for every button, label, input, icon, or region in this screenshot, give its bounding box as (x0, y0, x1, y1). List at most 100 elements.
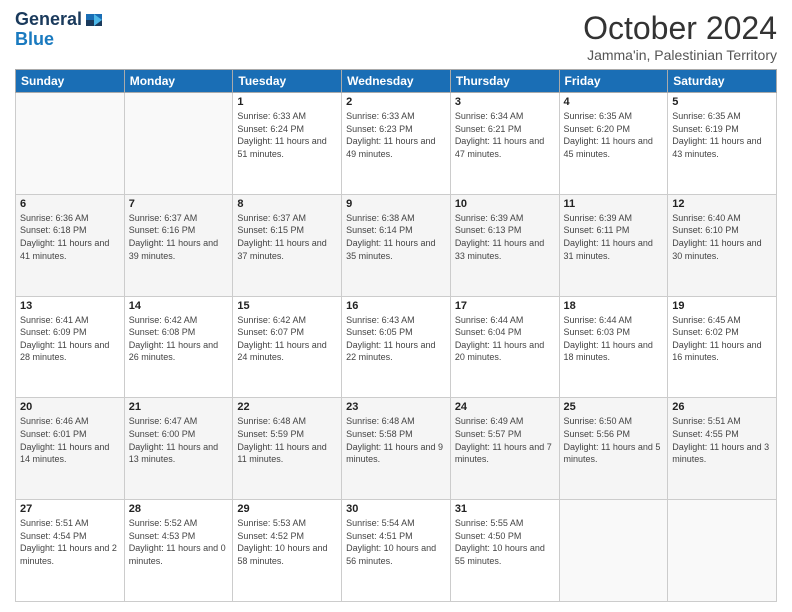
day-number: 20 (20, 401, 120, 413)
day-number: 4 (564, 96, 664, 108)
day-info: Sunrise: 6:35 AM Sunset: 6:19 PM Dayligh… (672, 110, 772, 160)
day-info: Sunrise: 6:42 AM Sunset: 6:08 PM Dayligh… (129, 314, 229, 364)
logo-blue: Blue (15, 30, 54, 50)
table-row: 20Sunrise: 6:46 AM Sunset: 6:01 PM Dayli… (16, 398, 125, 500)
day-number: 8 (237, 198, 337, 210)
table-row (559, 500, 668, 602)
col-tuesday: Tuesday (233, 70, 342, 93)
day-info: Sunrise: 6:39 AM Sunset: 6:11 PM Dayligh… (564, 212, 664, 262)
day-number: 9 (346, 198, 446, 210)
table-row: 2Sunrise: 6:33 AM Sunset: 6:23 PM Daylig… (342, 93, 451, 195)
day-info: Sunrise: 6:48 AM Sunset: 5:59 PM Dayligh… (237, 415, 337, 465)
day-info: Sunrise: 5:53 AM Sunset: 4:52 PM Dayligh… (237, 517, 337, 567)
day-number: 6 (20, 198, 120, 210)
day-info: Sunrise: 6:37 AM Sunset: 6:15 PM Dayligh… (237, 212, 337, 262)
day-info: Sunrise: 6:34 AM Sunset: 6:21 PM Dayligh… (455, 110, 555, 160)
day-info: Sunrise: 6:33 AM Sunset: 6:23 PM Dayligh… (346, 110, 446, 160)
table-row (16, 93, 125, 195)
table-row: 30 Sunrise: 5:54 AM Sunset: 4:51 PM Dayli… (342, 500, 451, 602)
day-number: 17 (455, 300, 555, 312)
day-number: 30 (346, 503, 446, 515)
table-row: 4 Sunrise: 6:35 AM Sunset: 6:20 PM Daylig… (559, 93, 668, 195)
table-row: 19 Sunrise: 6:45 AM Sunset: 6:02 PM Dayli… (668, 296, 777, 398)
table-row: 24 Sunrise: 6:49 AM Sunset: 5:57 PM Dayli… (450, 398, 559, 500)
day-number: 3 (455, 96, 555, 108)
day-number: 1 (237, 96, 337, 108)
logo-general: General (15, 10, 82, 30)
table-row: 15 Sunrise: 6:42 AM Sunset: 6:07 PM Dayli… (233, 296, 342, 398)
day-number: 5 (672, 96, 772, 108)
table-row: 5 Sunrise: 6:35 AM Sunset: 6:19 PM Daylig… (668, 93, 777, 195)
table-row: 3 Sunrise: 6:34 AM Sunset: 6:21 PM Daylig… (450, 93, 559, 195)
day-number: 11 (564, 198, 664, 210)
day-number: 7 (129, 198, 229, 210)
logo-flag-icon (84, 12, 104, 28)
day-number: 12 (672, 198, 772, 210)
table-row: 17Sunrise: 6:44 AM Sunset: 6:04 PM Dayli… (450, 296, 559, 398)
table-row: 6 Sunrise: 6:36 AM Sunset: 6:18 PM Daylig… (16, 194, 125, 296)
day-info: Sunrise: 6:33 AM Sunset: 6:24 PM Dayligh… (237, 110, 337, 160)
table-row: 26Sunrise: 5:51 AM Sunset: 4:55 PM Dayli… (668, 398, 777, 500)
day-number: 27 (20, 503, 120, 515)
calendar-week-row: 1 Sunrise: 6:33 AM Sunset: 6:24 PM Daylig… (16, 93, 777, 195)
day-number: 15 (237, 300, 337, 312)
day-info: Sunrise: 6:39 AM Sunset: 6:13 PM Dayligh… (455, 212, 555, 262)
table-row: 31 Sunrise: 5:55 AM Sunset: 4:50 PM Dayli… (450, 500, 559, 602)
day-number: 24 (455, 401, 555, 413)
col-sunday: Sunday (16, 70, 125, 93)
day-number: 26 (672, 401, 772, 413)
table-row: 14 Sunrise: 6:42 AM Sunset: 6:08 PM Dayli… (124, 296, 233, 398)
day-number: 23 (346, 401, 446, 413)
day-info: Sunrise: 5:52 AM Sunset: 4:53 PM Dayligh… (129, 517, 229, 567)
month-title: October 2024 (583, 10, 777, 47)
day-info: Sunrise: 6:50 AM Sunset: 5:56 PM Dayligh… (564, 415, 664, 465)
table-row: 28 Sunrise: 5:52 AM Sunset: 4:53 PM Dayli… (124, 500, 233, 602)
col-monday: Monday (124, 70, 233, 93)
header-right: October 2024 Jamma'in, Palestinian Terri… (583, 10, 777, 63)
table-row: 16Sunrise: 6:43 AM Sunset: 6:05 PM Dayli… (342, 296, 451, 398)
day-info: Sunrise: 6:36 AM Sunset: 6:18 PM Dayligh… (20, 212, 120, 262)
day-number: 31 (455, 503, 555, 515)
table-row: 23 Sunrise: 6:48 AM Sunset: 5:58 PM Dayli… (342, 398, 451, 500)
day-info: Sunrise: 6:41 AM Sunset: 6:09 PM Dayligh… (20, 314, 120, 364)
day-number: 14 (129, 300, 229, 312)
day-number: 18 (564, 300, 664, 312)
table-row: 10Sunrise: 6:39 AM Sunset: 6:13 PM Dayli… (450, 194, 559, 296)
day-number: 29 (237, 503, 337, 515)
table-row: 29 Sunrise: 5:53 AM Sunset: 4:52 PM Dayli… (233, 500, 342, 602)
day-info: Sunrise: 6:44 AM Sunset: 6:03 PM Dayligh… (564, 314, 664, 364)
day-info: Sunrise: 6:42 AM Sunset: 6:07 PM Dayligh… (237, 314, 337, 364)
table-row: 11 Sunrise: 6:39 AM Sunset: 6:11 PM Dayli… (559, 194, 668, 296)
table-row (668, 500, 777, 602)
calendar-week-row: 13 Sunrise: 6:41 AM Sunset: 6:09 PM Dayli… (16, 296, 777, 398)
day-info: Sunrise: 5:55 AM Sunset: 4:50 PM Dayligh… (455, 517, 555, 567)
day-number: 19 (672, 300, 772, 312)
day-number: 28 (129, 503, 229, 515)
page: General Blue October 2024 Jamma'in, Pale… (0, 0, 792, 612)
col-saturday: Saturday (668, 70, 777, 93)
day-info: Sunrise: 5:54 AM Sunset: 4:51 PM Dayligh… (346, 517, 446, 567)
table-row: 27 Sunrise: 5:51 AM Sunset: 4:54 PM Dayli… (16, 500, 125, 602)
day-info: Sunrise: 6:48 AM Sunset: 5:58 PM Dayligh… (346, 415, 446, 465)
col-friday: Friday (559, 70, 668, 93)
day-info: Sunrise: 6:45 AM Sunset: 6:02 PM Dayligh… (672, 314, 772, 364)
day-info: Sunrise: 6:38 AM Sunset: 6:14 PM Dayligh… (346, 212, 446, 262)
table-row: 1 Sunrise: 6:33 AM Sunset: 6:24 PM Daylig… (233, 93, 342, 195)
day-info: Sunrise: 6:35 AM Sunset: 6:20 PM Dayligh… (564, 110, 664, 160)
day-number: 13 (20, 300, 120, 312)
table-row: 22Sunrise: 6:48 AM Sunset: 5:59 PM Dayli… (233, 398, 342, 500)
table-row: 12Sunrise: 6:40 AM Sunset: 6:10 PM Dayli… (668, 194, 777, 296)
location: Jamma'in, Palestinian Territory (583, 47, 777, 63)
table-row: 21 Sunrise: 6:47 AM Sunset: 6:00 PM Dayli… (124, 398, 233, 500)
table-row: 13 Sunrise: 6:41 AM Sunset: 6:09 PM Dayli… (16, 296, 125, 398)
day-info: Sunrise: 5:51 AM Sunset: 4:54 PM Dayligh… (20, 517, 120, 567)
day-info: Sunrise: 6:49 AM Sunset: 5:57 PM Dayligh… (455, 415, 555, 465)
table-row (124, 93, 233, 195)
calendar-week-row: 20Sunrise: 6:46 AM Sunset: 6:01 PM Dayli… (16, 398, 777, 500)
col-wednesday: Wednesday (342, 70, 451, 93)
day-info: Sunrise: 6:47 AM Sunset: 6:00 PM Dayligh… (129, 415, 229, 465)
day-number: 21 (129, 401, 229, 413)
calendar: Sunday Monday Tuesday Wednesday Thursday… (15, 69, 777, 602)
table-row: 7Sunrise: 6:37 AM Sunset: 6:16 PM Daylig… (124, 194, 233, 296)
day-info: Sunrise: 6:43 AM Sunset: 6:05 PM Dayligh… (346, 314, 446, 364)
